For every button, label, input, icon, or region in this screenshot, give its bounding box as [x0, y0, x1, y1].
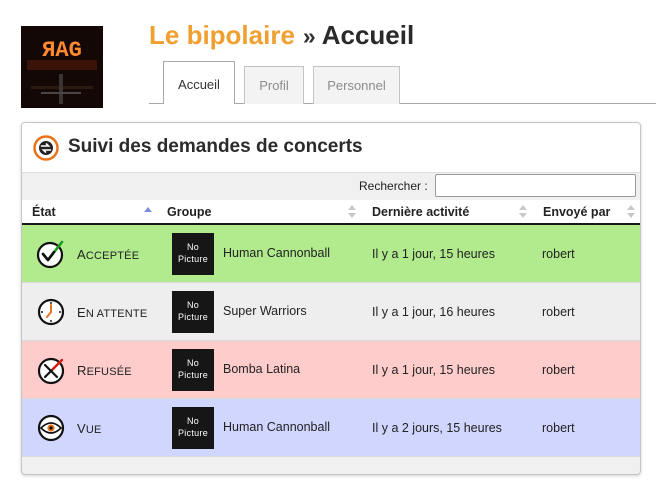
status-label: VUE	[77, 421, 102, 436]
refused-cross-icon	[37, 357, 65, 385]
group-name: Human Cannonball	[223, 420, 331, 434]
column-header-groupe[interactable]: Groupe	[167, 205, 211, 219]
group-name: Bomba Latina	[223, 362, 301, 376]
table-row[interactable]: ACCEPTÉE No Picture Human Cannonball Il y…	[22, 225, 640, 283]
search-input[interactable]	[435, 174, 636, 197]
sent-by: robert	[542, 305, 575, 319]
pending-clock-icon	[37, 298, 65, 326]
logo-text: ЯAG	[42, 38, 82, 63]
band-thumbnail[interactable]: No Picture	[172, 349, 214, 391]
band-thumbnail[interactable]: No Picture	[172, 291, 214, 333]
sent-by: robert	[542, 421, 575, 435]
column-header-etat[interactable]: État	[32, 205, 56, 219]
status-label: EN ATTENTE	[77, 305, 148, 320]
tab-accueil[interactable]: Accueil	[163, 61, 235, 104]
table-row[interactable]: REFUSÉE No Picture Bomba Latina Il y a 1 …	[22, 341, 640, 399]
panel-header: Suivi des demandes de concerts	[22, 123, 640, 173]
page-title: Le bipolaire » Accueil	[149, 20, 414, 51]
last-activity: Il y a 1 jour, 15 heures	[372, 247, 495, 261]
group-name: Human Cannonball	[223, 246, 331, 260]
sent-by: robert	[542, 363, 575, 377]
venue-name-link[interactable]: Le bipolaire	[149, 20, 295, 50]
sort-both-icon[interactable]	[348, 204, 356, 220]
last-activity: Il y a 1 jour, 15 heures	[372, 363, 495, 377]
column-header-envoye-par[interactable]: Envoyé par	[543, 205, 610, 219]
table-row[interactable]: EN ATTENTE No Picture Super Warriors Il y…	[22, 283, 640, 341]
current-page-name: Accueil	[321, 20, 415, 50]
column-header-derniere-activite[interactable]: Dernière activité	[372, 205, 469, 219]
status-label: REFUSÉE	[77, 363, 132, 378]
seen-eye-icon	[37, 414, 65, 442]
table-header: État Groupe Dernière activité Envoyé par	[22, 200, 640, 225]
tab-personnel[interactable]: Personnel	[313, 66, 400, 104]
requests-icon	[33, 135, 59, 161]
last-activity: Il y a 1 jour, 16 heures	[372, 305, 495, 319]
venue-logo[interactable]: ЯAG	[21, 26, 103, 108]
group-name: Super Warriors	[223, 304, 307, 318]
sort-asc-icon[interactable]	[144, 204, 152, 220]
table-row[interactable]: VUE No Picture Human Cannonball Il y a 2 …	[22, 399, 640, 457]
search-label: Rechercher :	[359, 179, 428, 193]
sort-both-icon[interactable]	[627, 204, 635, 220]
sent-by: robert	[542, 247, 575, 261]
sort-both-icon[interactable]	[519, 204, 527, 220]
accepted-check-icon	[36, 240, 64, 269]
status-label: ACCEPTÉE	[77, 247, 140, 262]
band-thumbnail[interactable]: No Picture	[172, 407, 214, 449]
page: ЯAG Le bipolaire» Accueil Accueil Profil …	[0, 0, 656, 500]
logo-image: ЯAG	[21, 26, 103, 108]
band-thumbnail[interactable]: No Picture	[172, 233, 214, 275]
concert-requests-panel: Suivi des demandes de concerts Recherche…	[21, 122, 641, 475]
breadcrumb-separator: »	[302, 23, 316, 49]
panel-title: Suivi des demandes de concerts	[68, 136, 363, 157]
tab-profil[interactable]: Profil	[244, 66, 304, 104]
last-activity: Il y a 2 jours, 15 heures	[372, 421, 502, 435]
